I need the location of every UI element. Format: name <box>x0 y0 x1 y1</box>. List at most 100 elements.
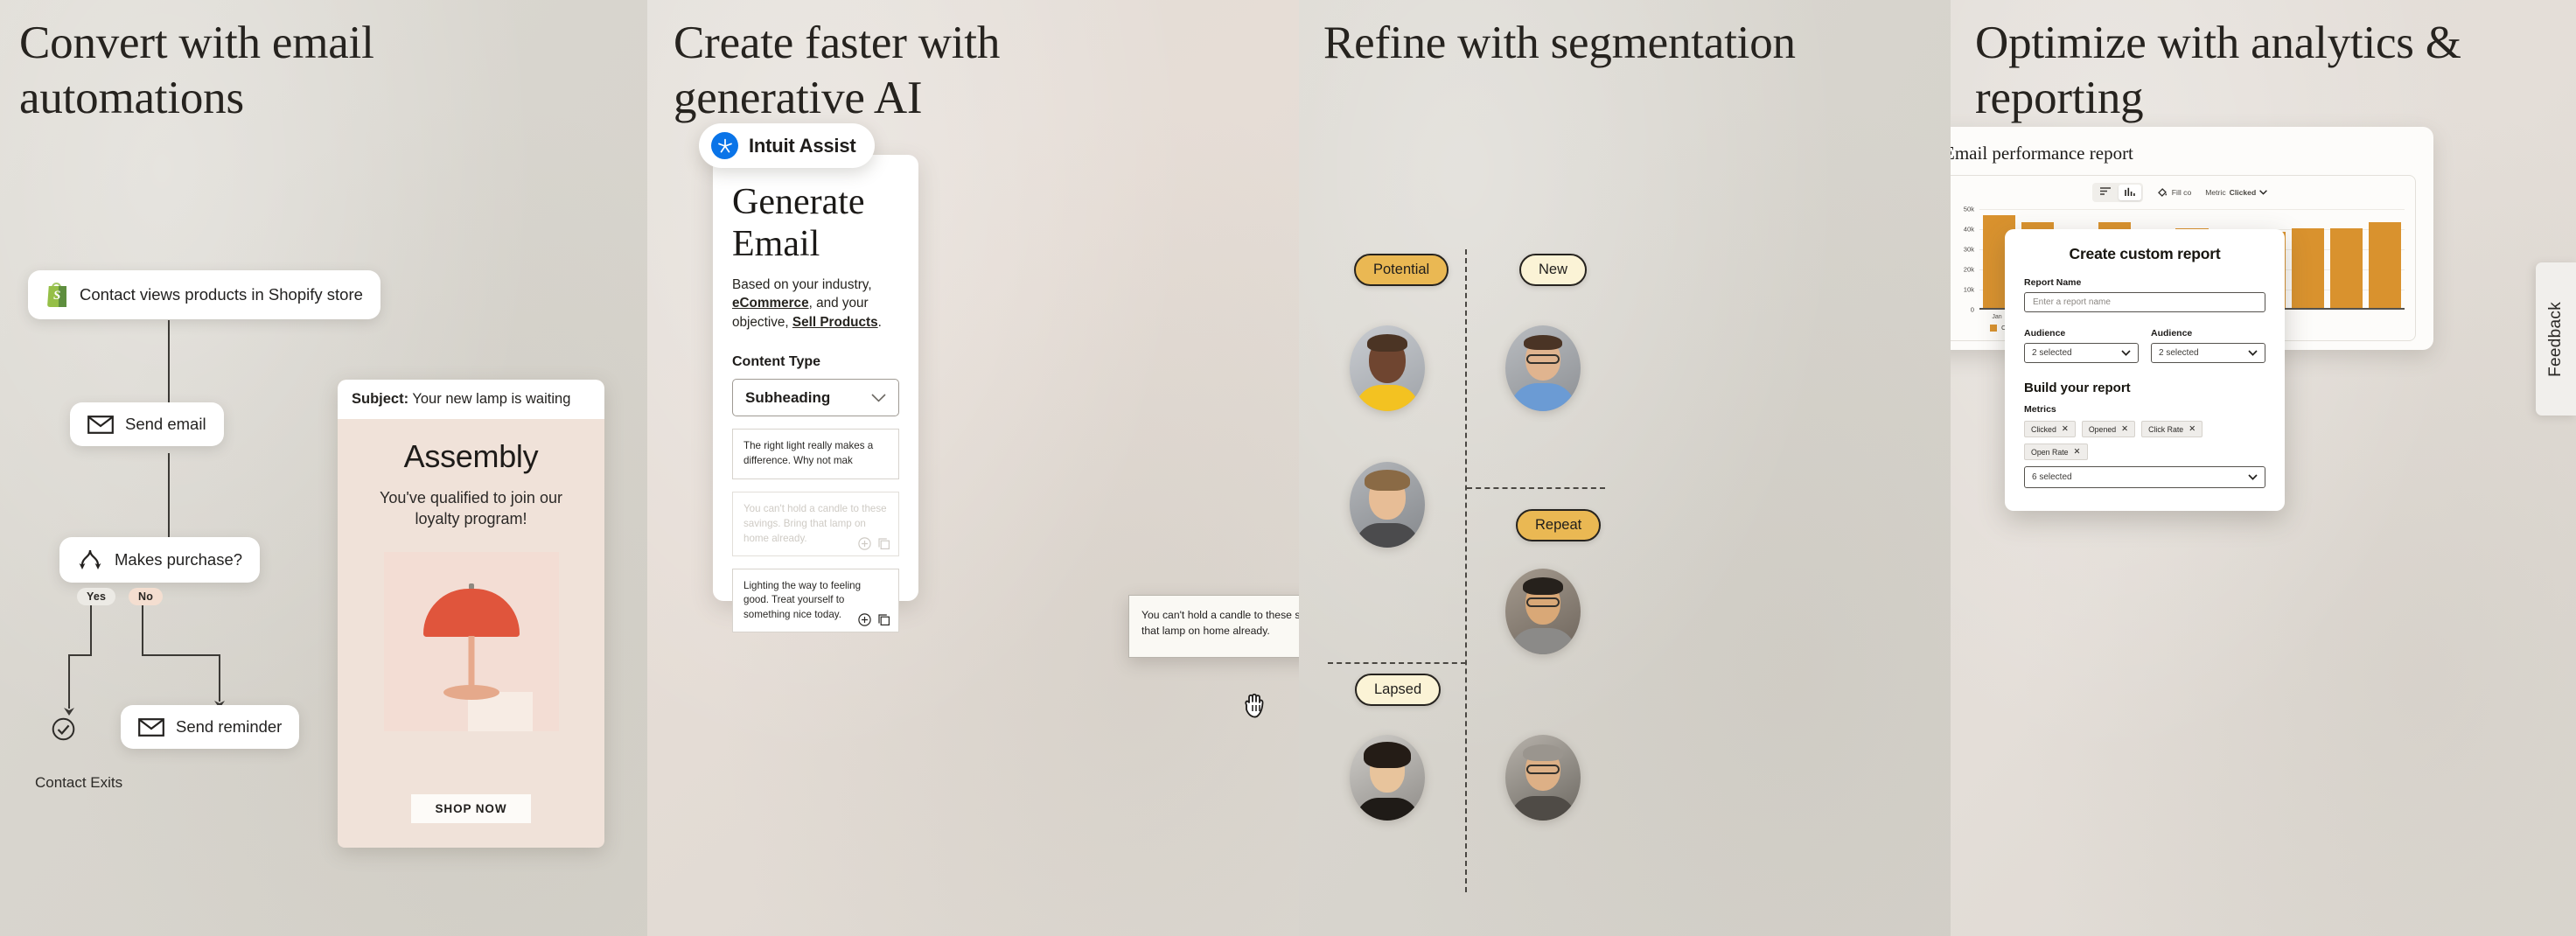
flow-node-trigger[interactable]: S Contact views products in Shopify stor… <box>28 270 380 319</box>
report-name-input[interactable]: Enter a report name <box>2024 292 2265 312</box>
email-subject-text: Your new lamp is waiting <box>412 391 571 407</box>
check-circle-icon <box>52 717 75 741</box>
shop-now-button[interactable]: SHOP NOW <box>410 794 532 823</box>
legend-swatch <box>1990 324 1997 332</box>
metrics-select-value: 6 selected <box>2032 472 2072 482</box>
report-name-label: Report Name <box>2024 277 2082 288</box>
suggestion-text: The right light really makes a differenc… <box>743 440 874 467</box>
avatar <box>1505 325 1581 411</box>
industry-link[interactable]: eCommerce <box>732 296 809 311</box>
metric-chip[interactable]: Clicked ✕ <box>2024 421 2076 437</box>
email-subject-label: Subject: <box>352 391 409 407</box>
flow-connector-no <box>142 604 143 656</box>
y-axis-tick: 30k <box>1963 245 1974 254</box>
suggestion-text: Lighting the way to feeling good. Treat … <box>743 579 862 621</box>
fill-color-label: Fill co <box>2171 188 2192 197</box>
metric-label: Metric <box>2205 188 2226 197</box>
metrics-select[interactable]: 6 selected <box>2024 466 2265 488</box>
metric-chip-label: Open Rate <box>2031 447 2069 457</box>
dragged-suggestion-text: You can't hold a candle to these savings… <box>1141 609 1299 638</box>
audience-label-2: Audience <box>2151 328 2193 339</box>
metric-chip[interactable]: Opened ✕ <box>2081 421 2136 437</box>
chart-bar <box>2329 227 2363 310</box>
segment-pill-new[interactable]: New <box>1519 254 1588 286</box>
flow-node-send-email[interactable]: Send email <box>70 402 224 446</box>
list-view-icon[interactable] <box>2094 185 2117 200</box>
y-axis-tick: 20k <box>1963 265 1974 274</box>
content-type-select[interactable]: Subheading <box>732 379 899 417</box>
arrow-head-icon <box>64 708 74 716</box>
desc-pre: Based on your industry, <box>732 277 872 292</box>
avatar <box>1505 569 1581 654</box>
close-icon[interactable]: ✕ <box>2121 424 2128 434</box>
panel-analytics: Optimize with analytics & reporting Emai… <box>1951 0 2576 936</box>
metric-chip-label: Clicked <box>2031 424 2056 434</box>
audience-select-2[interactable]: 2 selected <box>2151 343 2265 363</box>
shopify-icon: S <box>45 283 68 307</box>
fill-color-control[interactable]: Fill co <box>2157 187 2191 198</box>
flow-node-decision[interactable]: Makes purchase? <box>59 537 261 583</box>
flow-connector-yes <box>68 654 92 656</box>
avatar <box>1350 735 1425 821</box>
envelope-icon <box>138 717 164 737</box>
objective-link[interactable]: Sell Products <box>792 315 878 330</box>
audience-label-1: Audience <box>2024 328 2066 339</box>
flow-node-decision-label: Makes purchase? <box>115 550 243 569</box>
y-axis-tick: 0 <box>1970 305 1974 314</box>
intuit-assist-badge[interactable]: Intuit Assist <box>699 123 876 168</box>
envelope-icon <box>87 415 114 434</box>
report-name-placeholder: Enter a report name <box>2033 297 2111 307</box>
metric-selector[interactable]: Metric Clicked <box>2205 188 2268 197</box>
segment-divider-left <box>1328 662 1466 664</box>
audience-value-1: 2 selected <box>2032 348 2072 358</box>
email-preview-card[interactable]: Subject: Your new lamp is waiting Assemb… <box>338 380 604 848</box>
email-brand-name: Assembly <box>403 438 539 474</box>
y-axis-tick: 50k <box>1963 205 1974 213</box>
audience-select-1[interactable]: 2 selected <box>2024 343 2139 363</box>
flow-connector <box>168 453 170 539</box>
panel-generative-ai: Create faster with generative AI Intuit … <box>647 0 1299 936</box>
flow-branch-no[interactable]: No <box>129 588 164 605</box>
avatar <box>1350 325 1425 411</box>
segment-pill-repeat[interactable]: Repeat <box>1516 509 1602 541</box>
content-type-value: Subheading <box>745 388 831 406</box>
segment-divider-vertical <box>1465 249 1467 892</box>
flow-connector <box>168 320 170 404</box>
segment-pill-potential[interactable]: Potential <box>1354 254 1449 286</box>
generate-email-description: Based on your industry, eCommerce, and y… <box>713 265 918 332</box>
flow-node-send-reminder[interactable]: Send reminder <box>121 705 300 749</box>
report-card-title: Email performance report <box>1951 143 2133 164</box>
avatar <box>1350 462 1425 548</box>
metric-chip[interactable]: Open Rate ✕ <box>2024 444 2088 460</box>
close-icon[interactable]: ✕ <box>2074 447 2081 457</box>
panel-title-4: Optimize with analytics & reporting <box>1975 17 2461 123</box>
plus-circle-icon[interactable] <box>858 613 871 626</box>
metric-chip[interactable]: Click Rate ✕ <box>2141 421 2203 437</box>
close-icon[interactable]: ✕ <box>2189 424 2196 434</box>
feedback-tab[interactable]: Feedback <box>2536 262 2576 416</box>
audience-value-2: 2 selected <box>2159 348 2199 358</box>
bar-chart-icon[interactable] <box>2118 185 2141 200</box>
dragged-suggestion-card[interactable]: You can't hold a candle to these savings… <box>1128 595 1299 658</box>
flow-connector-no <box>219 654 220 702</box>
copy-icon[interactable] <box>877 537 890 550</box>
chevron-down-icon <box>2248 350 2258 356</box>
metric-value: Clicked <box>2229 188 2257 197</box>
build-your-report-title: Build your report <box>2024 381 2131 395</box>
flow-branch-yes[interactable]: Yes <box>77 588 116 605</box>
segment-pill-lapsed[interactable]: Lapsed <box>1355 674 1442 706</box>
flow-node-send-email-label: Send email <box>125 415 206 433</box>
suggestion-card[interactable]: You can't hold a candle to these savings… <box>732 492 899 556</box>
suggestion-card[interactable]: Lighting the way to feeling good. Treat … <box>732 568 899 632</box>
suggestion-card[interactable]: The right light really makes a differenc… <box>732 429 899 480</box>
close-icon[interactable]: ✕ <box>2062 424 2069 434</box>
chart-view-toggle[interactable] <box>2091 183 2143 202</box>
segment-divider-right <box>1467 487 1605 489</box>
feedback-tab-label: Feedback <box>2546 301 2565 377</box>
email-headline: You've qualified to join our loyalty pro… <box>380 489 562 528</box>
plus-circle-icon[interactable] <box>858 536 871 550</box>
y-axis-tick: 40k <box>1963 225 1974 234</box>
panel-segmentation: Refine with segmentation Potential New R… <box>1299 0 1951 936</box>
copy-icon[interactable] <box>877 613 890 626</box>
chevron-down-icon <box>2248 474 2258 480</box>
